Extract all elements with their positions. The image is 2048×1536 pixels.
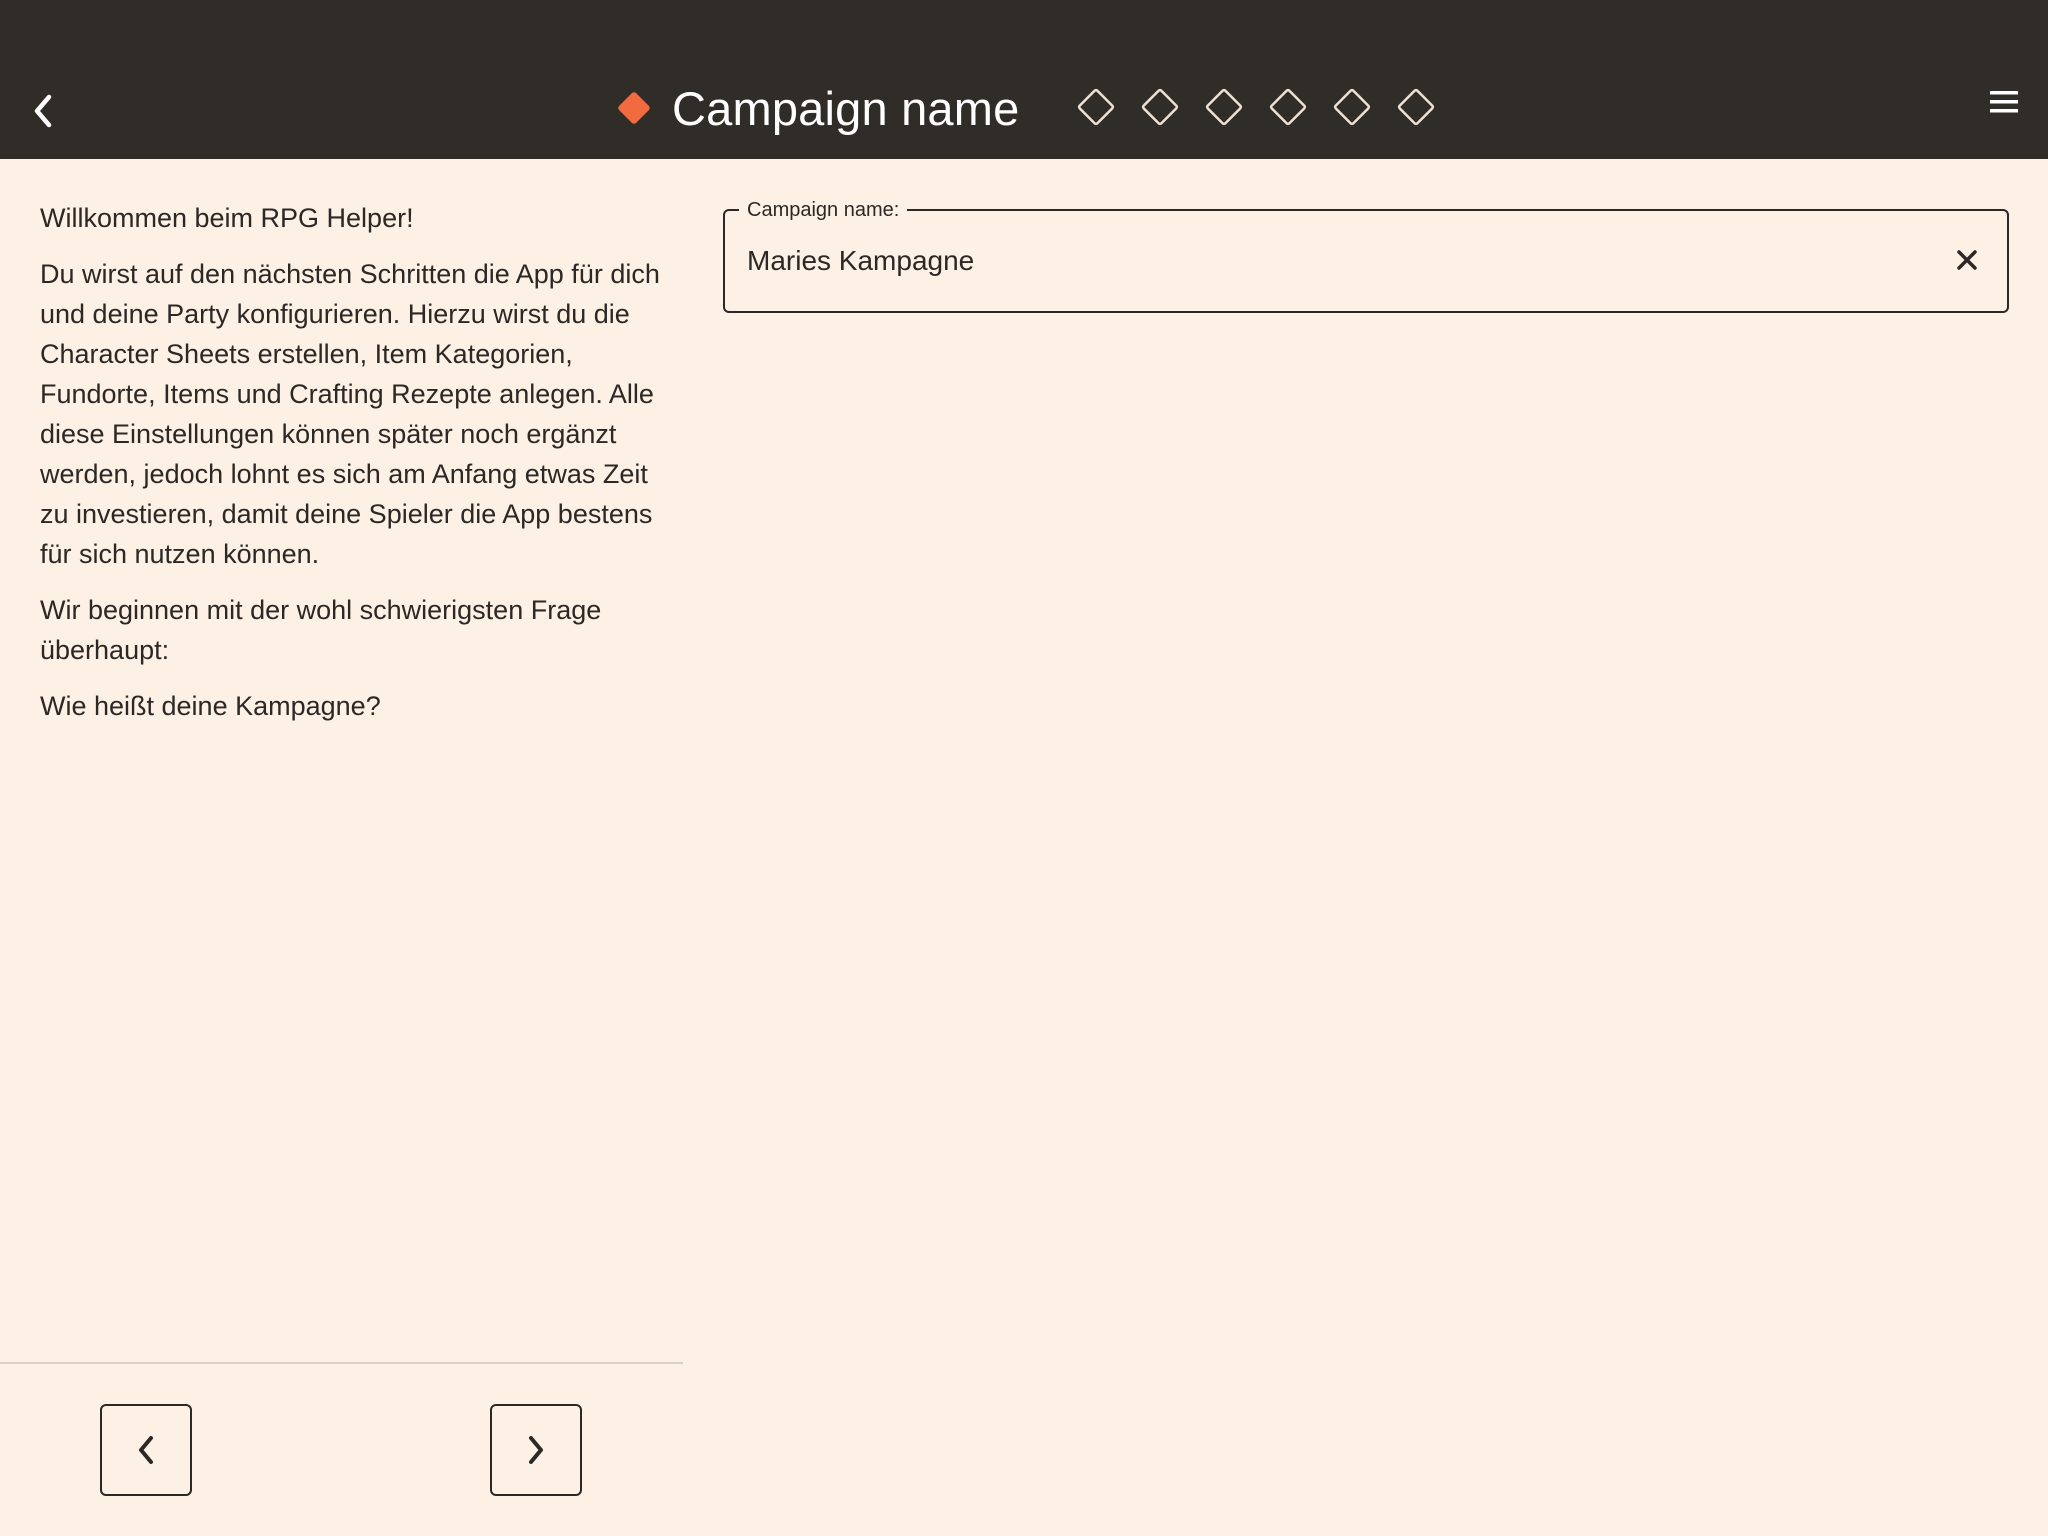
menu-button[interactable] xyxy=(1982,82,2026,122)
app-bar: Campaign name xyxy=(0,0,2048,159)
intro-text: Willkommen beim RPG Helper! Du wirst auf… xyxy=(40,198,660,742)
outline-diamond-icon xyxy=(1141,88,1179,126)
intro-lead-in: Wir beginnen mit der wohl schwierigsten … xyxy=(40,595,602,665)
outline-diamond-icon xyxy=(1077,88,1115,126)
welcome-heading: Willkommen beim RPG Helper! xyxy=(40,203,414,233)
step-indicator-6[interactable] xyxy=(1330,85,1374,129)
campaign-name-label: Campaign name: xyxy=(739,198,908,222)
step-indicator-7[interactable] xyxy=(1394,85,1438,129)
outline-diamond-icon xyxy=(1269,88,1307,126)
next-step-button[interactable] xyxy=(490,1404,582,1496)
chevron-left-icon xyxy=(34,94,52,128)
outline-diamond-icon xyxy=(1333,88,1371,126)
campaign-name-field: Campaign name: xyxy=(723,198,2009,313)
step-indicator-4[interactable] xyxy=(1202,85,1246,129)
campaign-name-input[interactable] xyxy=(747,241,1897,281)
outline-diamond-icon xyxy=(1205,88,1243,126)
page-title: Campaign name xyxy=(672,81,1020,135)
step-indicator-5[interactable] xyxy=(1266,85,1310,129)
step-indicator-3[interactable] xyxy=(1138,85,1182,129)
filled-diamond-icon xyxy=(618,92,650,124)
intro-description: Du wirst auf den nächsten Schritten die … xyxy=(40,259,660,569)
nav-divider xyxy=(0,1362,683,1364)
previous-step-button[interactable] xyxy=(100,1404,192,1496)
intro-question: Wie heißt deine Kampagne? xyxy=(40,691,381,721)
step-indicators xyxy=(1074,85,1458,129)
step-indicator-2[interactable] xyxy=(1074,85,1118,129)
hamburger-menu-icon xyxy=(1990,91,2018,113)
title-group: Campaign name xyxy=(614,70,1019,146)
step-indicator-current[interactable] xyxy=(614,70,654,146)
back-button[interactable] xyxy=(24,86,62,136)
chevron-right-icon xyxy=(529,1436,543,1464)
outline-diamond-icon xyxy=(1397,88,1435,126)
chevron-left-icon xyxy=(139,1436,153,1464)
clear-input-button[interactable] xyxy=(1945,238,1989,282)
close-icon xyxy=(1957,250,1977,270)
